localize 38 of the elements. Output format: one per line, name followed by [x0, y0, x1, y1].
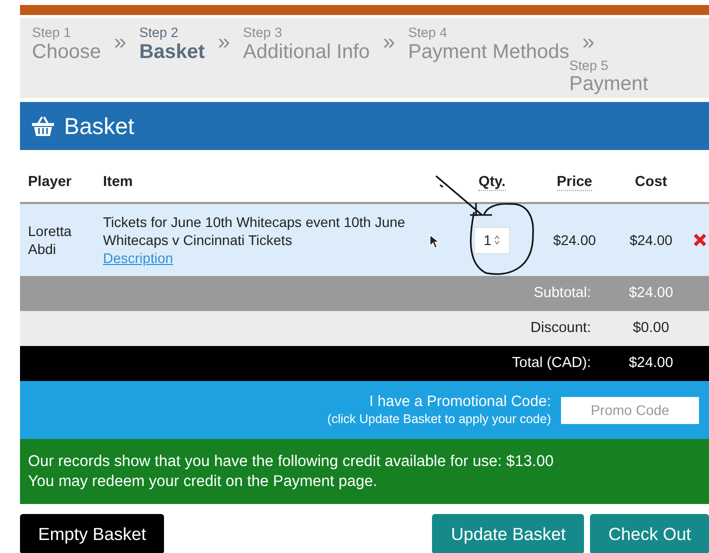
- summary-value: $24.00: [628, 284, 674, 303]
- step-separator: »: [382, 29, 396, 55]
- basket-icon: [32, 116, 54, 136]
- promo-hint: (click Update Basket to apply your code): [327, 412, 551, 428]
- column-header: Price: [556, 174, 592, 192]
- cursor-icon: [429, 234, 440, 249]
- player-name: Loretta Abdi: [27, 222, 73, 258]
- summary-label: Subtotal:: [532, 284, 592, 303]
- cost-cell-text: $24.00: [628, 230, 674, 250]
- action-button[interactable]: Update Basket: [432, 514, 584, 553]
- column-header: Item: [103, 174, 133, 190]
- column-header: Cost: [634, 174, 668, 190]
- step-link[interactable]: Step 5 Payment: [569, 58, 648, 94]
- promo-code-field[interactable]: Promo Code: [561, 396, 699, 424]
- step-link[interactable]: Step 2 Basket: [139, 26, 205, 62]
- action-button[interactable]: Check Out: [590, 514, 709, 553]
- step-link[interactable]: Step 4 Payment Methods: [408, 26, 570, 62]
- price-cell-text: $24.00: [552, 230, 597, 250]
- summary-label: Discount:: [530, 318, 592, 338]
- description-link[interactable]: Description: [103, 249, 174, 267]
- column-header: Qty.: [478, 174, 506, 192]
- step-link[interactable]: Step 3 Additional Info: [243, 26, 370, 62]
- summary-value: $0.00: [632, 318, 670, 338]
- remove-icon[interactable]: [692, 233, 706, 247]
- summary-value: $24.00: [628, 354, 674, 373]
- quantity-field[interactable]: 1: [474, 226, 510, 254]
- action-button[interactable]: Empty Basket: [20, 514, 164, 553]
- column-header: Player: [28, 174, 72, 190]
- item-description: Tickets for June 10th Whitecaps event 10th June Whitecaps v Cincinnati Tickets: [103, 213, 406, 249]
- step-separator: »: [114, 29, 126, 55]
- summary-label: Total (CAD):: [511, 354, 592, 373]
- step-link[interactable]: Step 1 Choose: [32, 26, 101, 62]
- credit-notice: Our records show that you have the following credit available for use: $13.00 You may redeem your credit on the Payment page.: [20, 439, 709, 504]
- spinner-icon[interactable]: [494, 235, 500, 245]
- step-separator: »: [582, 29, 595, 55]
- promo-label: I have a Promotional Code:: [369, 392, 551, 412]
- step-separator: »: [218, 29, 230, 55]
- page-title: Basket: [64, 112, 134, 141]
